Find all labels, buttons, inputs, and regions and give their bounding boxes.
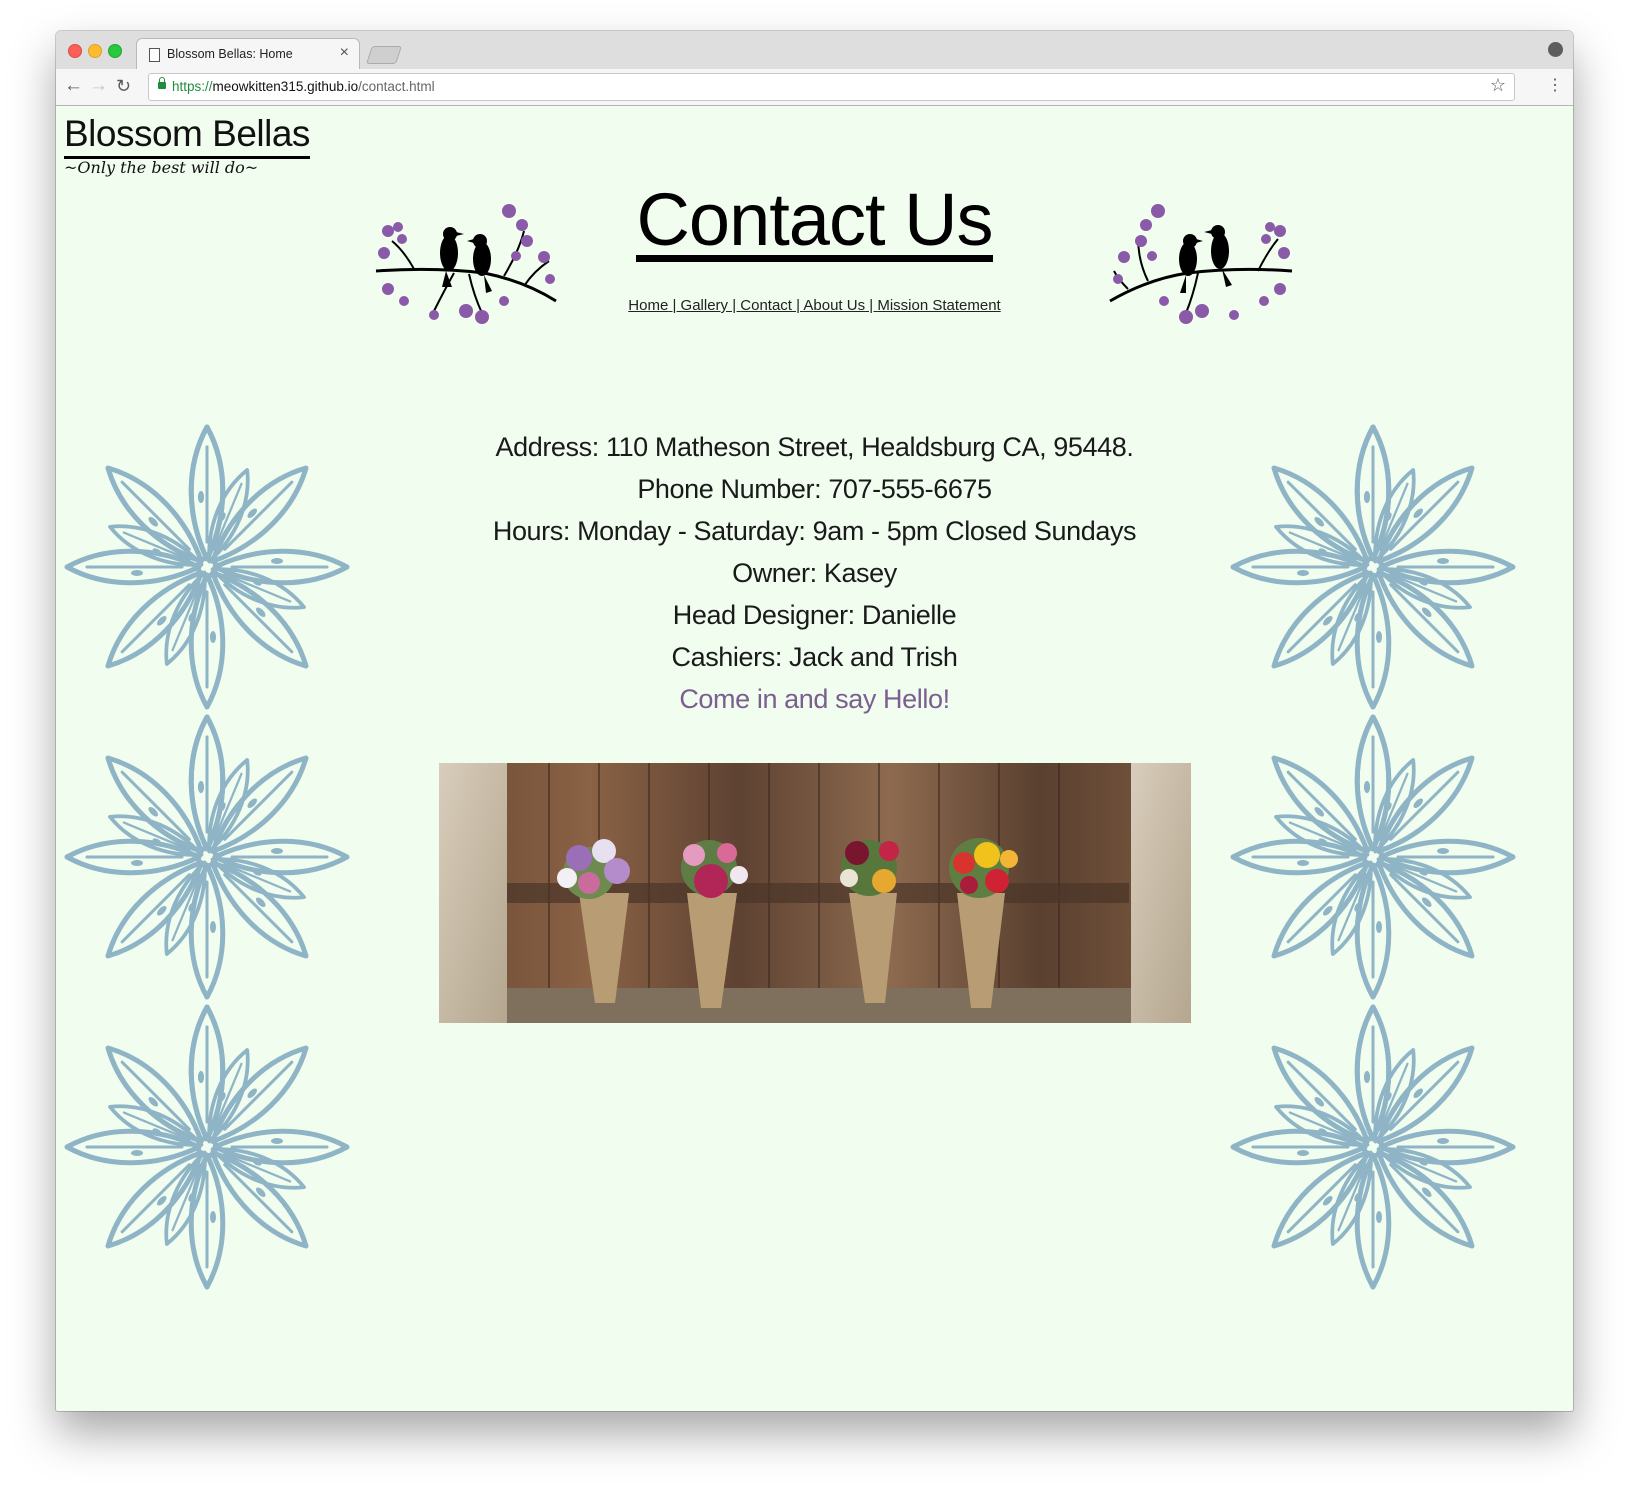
- nav-link-home[interactable]: Home: [628, 297, 668, 314]
- close-window-button[interactable]: [68, 44, 82, 58]
- photo-art: [439, 763, 1191, 1023]
- lock-icon: [158, 77, 166, 89]
- hours-text: Hours: Monday - Saturday: 9am - 5pm Clos…: [492, 516, 1137, 546]
- minimize-window-button[interactable]: [88, 44, 102, 58]
- page-title: Contact Us: [56, 179, 1573, 262]
- nav-separator: |: [728, 297, 741, 314]
- site-tagline: ~Only the best will do~: [64, 158, 259, 177]
- nav-separator: |: [668, 297, 681, 314]
- tab-title: Blossom Bellas: Home: [167, 47, 293, 61]
- tab-close-icon[interactable]: ×: [340, 44, 349, 62]
- greeting-text: Come in and say Hello!: [679, 684, 950, 714]
- tab-active[interactable]: Blossom Bellas: Home ×: [136, 38, 360, 70]
- head-designer-text: Head Designer: Danielle: [672, 600, 957, 630]
- page-title-text: Contact Us: [636, 178, 994, 262]
- site-nav: Home | Gallery | Contact | About Us | Mi…: [56, 297, 1573, 314]
- tab-strip: Blossom Bellas: Home ×: [56, 31, 1573, 70]
- bouquets-photo: [439, 763, 1191, 1023]
- lily-flower-icon: [1228, 712, 1518, 1002]
- browser-toolbar: ← → ↻ https://meowkitten315.github.io/co…: [56, 69, 1573, 106]
- back-icon[interactable]: ←: [64, 74, 83, 98]
- nav-separator: |: [791, 297, 804, 314]
- nav-link-about-us[interactable]: About Us: [803, 297, 865, 314]
- nav-link-mission-statement[interactable]: Mission Statement: [877, 297, 1000, 314]
- page-content: Blossom Bellas ~Only the best will do~ C…: [56, 106, 1573, 1411]
- page-icon: [149, 48, 160, 62]
- address-bar[interactable]: https://meowkitten315.github.io/contact.…: [148, 73, 1515, 101]
- url-path: /contact.html: [358, 79, 435, 94]
- lily-flower-icon: [62, 1002, 352, 1292]
- zoom-window-button[interactable]: [108, 44, 122, 58]
- url-text: https://meowkitten315.github.io/contact.…: [172, 79, 435, 94]
- lily-flower-icon: [1228, 1002, 1518, 1292]
- nav-link-gallery[interactable]: Gallery: [681, 297, 729, 314]
- bookmark-star-icon[interactable]: ☆: [1490, 75, 1506, 96]
- browser-window: Blossom Bellas: Home × ← → ↻ https://meo…: [56, 31, 1573, 1411]
- profile-icon[interactable]: [1548, 42, 1563, 57]
- browser-menu-icon[interactable]: ⋮: [1547, 75, 1563, 97]
- cashiers-text: Cashiers: Jack and Trish: [671, 642, 958, 672]
- phone-text: Phone Number: 707-555-6675: [637, 474, 992, 504]
- site-brand: Blossom Bellas: [64, 112, 310, 159]
- owner-text: Owner: Kasey: [732, 558, 897, 588]
- nav-link-contact[interactable]: Contact: [740, 297, 792, 314]
- lily-flower-icon: [62, 712, 352, 1002]
- address-text: Address: 110 Matheson Street, Healdsburg…: [495, 432, 1134, 462]
- forward-icon[interactable]: →: [89, 74, 108, 98]
- reload-icon[interactable]: ↻: [116, 74, 131, 98]
- url-scheme: https://: [172, 79, 213, 94]
- url-host: meowkitten315.github.io: [212, 79, 359, 94]
- nav-separator: |: [865, 297, 878, 314]
- new-tab-button[interactable]: [366, 46, 402, 64]
- contact-info: Address: 110 Matheson Street, Healdsburg…: [56, 426, 1573, 720]
